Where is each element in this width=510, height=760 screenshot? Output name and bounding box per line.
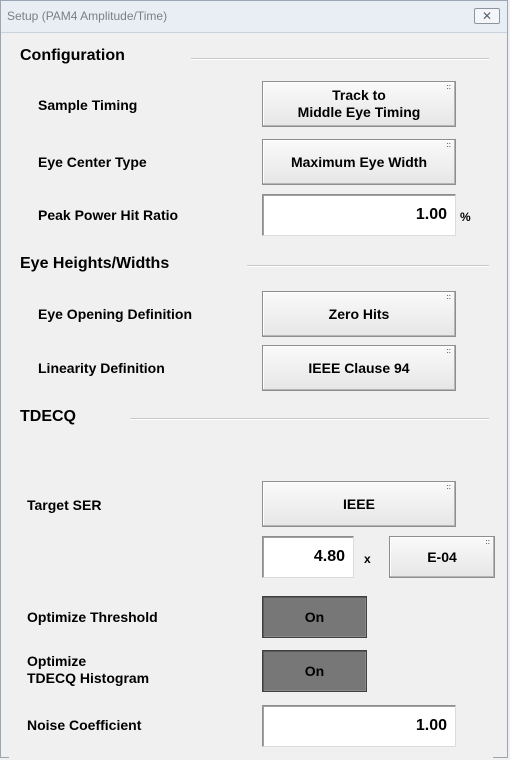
- peak-power-hit-ratio-input[interactable]: 1.00: [262, 194, 456, 236]
- eye-center-type-label: Eye Center Type: [38, 154, 147, 170]
- title-bar: Setup (PAM4 Amplitude/Time) ✕: [1, 1, 507, 33]
- optimize-histogram-label-line2: TDECQ Histogram: [27, 670, 150, 686]
- dropdown-indicator-icon: ::: [446, 484, 451, 491]
- times-symbol: x: [364, 552, 371, 566]
- settings-panel: Configuration Sample Timing Track to Mid…: [9, 33, 495, 759]
- sample-timing-value-line2: Middle Eye Timing: [297, 104, 421, 120]
- optimize-histogram-label-line1: Optimize: [27, 653, 87, 669]
- eye-opening-definition-button[interactable]: Zero Hits ::: [262, 291, 456, 337]
- optimize-threshold-toggle[interactable]: On: [262, 596, 367, 638]
- section-divider: [130, 418, 489, 420]
- section-tdecq-heading: TDECQ: [20, 408, 76, 425]
- dropdown-indicator-icon: ::: [446, 84, 451, 91]
- dropdown-indicator-icon: ::: [485, 539, 490, 546]
- target-ser-value: IEEE: [343, 495, 375, 512]
- optimize-histogram-label: Optimize TDECQ Histogram: [27, 653, 149, 687]
- linearity-definition-label: Linearity Definition: [38, 360, 165, 376]
- sample-timing-value-line1: Track to: [332, 87, 386, 103]
- eye-center-type-button[interactable]: Maximum Eye Width ::: [262, 139, 456, 185]
- window-title: Setup (PAM4 Amplitude/Time): [7, 9, 168, 23]
- dropdown-indicator-icon: ::: [446, 294, 451, 301]
- target-ser-button[interactable]: IEEE ::: [262, 481, 456, 527]
- dropdown-indicator-icon: ::: [446, 348, 451, 355]
- target-ser-exponent-value: E-04: [427, 548, 457, 565]
- eye-center-type-value: Maximum Eye Width: [290, 153, 427, 170]
- section-configuration-heading: Configuration: [20, 47, 125, 64]
- noise-coefficient-input[interactable]: 1.00: [262, 705, 456, 747]
- target-ser-mantissa-input[interactable]: 4.80: [262, 536, 354, 578]
- setup-dialog: Setup (PAM4 Amplitude/Time) ✕ Configurat…: [0, 0, 508, 759]
- section-eye-heights-widths-heading: Eye Heights/Widths: [20, 255, 170, 272]
- target-ser-exponent-button[interactable]: E-04 ::: [389, 536, 495, 578]
- target-ser-label: Target SER: [27, 497, 102, 513]
- close-icon: ✕: [481, 9, 493, 23]
- linearity-definition-button[interactable]: IEEE Clause 94 ::: [262, 345, 456, 391]
- sample-timing-label: Sample Timing: [38, 97, 138, 113]
- optimize-histogram-toggle[interactable]: On: [262, 650, 367, 692]
- eye-opening-definition-label: Eye Opening Definition: [38, 306, 193, 322]
- eye-opening-definition-value: Zero Hits: [328, 305, 390, 322]
- noise-coefficient-label: Noise Coefficient: [27, 717, 142, 733]
- section-divider: [191, 58, 489, 60]
- dropdown-indicator-icon: ::: [446, 142, 451, 149]
- peak-power-hit-ratio-label: Peak Power Hit Ratio: [38, 207, 179, 223]
- close-button[interactable]: ✕: [474, 8, 500, 24]
- peak-power-unit: %: [460, 210, 471, 224]
- section-divider: [247, 265, 489, 267]
- optimize-threshold-label: Optimize Threshold: [27, 609, 158, 625]
- linearity-definition-value: IEEE Clause 94: [308, 359, 410, 376]
- sample-timing-button[interactable]: Track to Middle Eye Timing ::: [262, 81, 456, 127]
